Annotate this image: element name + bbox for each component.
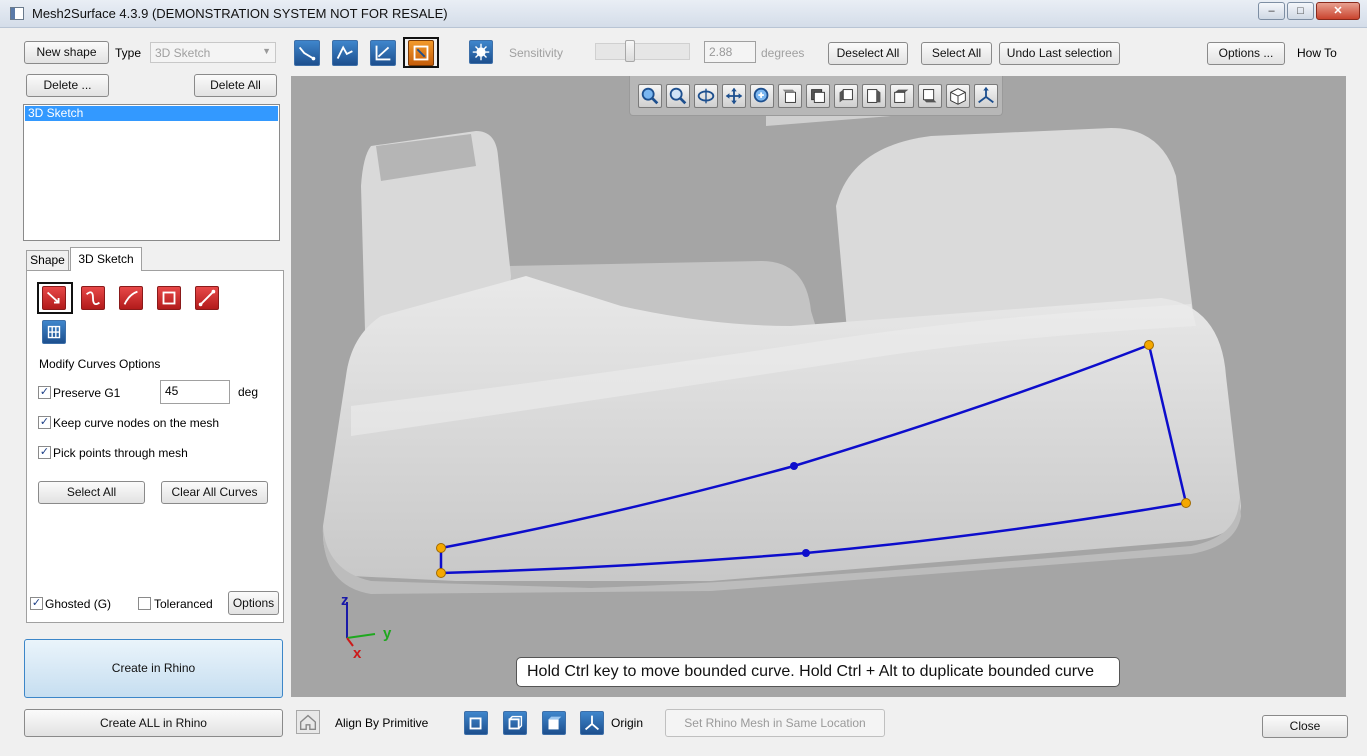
sensitivity-input[interactable]: 2.88 [704, 41, 756, 63]
options-button[interactable]: Options ... [1207, 42, 1285, 65]
view-back-icon[interactable] [806, 84, 830, 108]
zoom-window-icon[interactable] [666, 84, 690, 108]
align-cube-iso-icon[interactable] [503, 711, 527, 735]
new-shape-button[interactable]: New shape [24, 41, 109, 64]
sensitivity-slider-thumb[interactable] [625, 40, 635, 62]
origin-axes-icon[interactable] [580, 711, 604, 735]
preserve-g1-checkbox[interactable]: ✓ [38, 386, 51, 399]
pan-icon[interactable] [722, 84, 746, 108]
delete-all-button[interactable]: Delete All [194, 74, 277, 97]
align-by-primitive-label: Align By Primitive [335, 716, 429, 730]
boundary-curve-icon[interactable] [157, 286, 181, 310]
type-label: Type [115, 46, 142, 60]
line-curve-icon[interactable] [195, 286, 219, 310]
ghosted-checkbox[interactable]: ✓ [30, 597, 43, 610]
close-window-button[interactable]: ✕ [1316, 2, 1360, 20]
bounded-curve[interactable] [291, 76, 1346, 697]
delete-button[interactable]: Delete ... [26, 74, 109, 97]
maximize-button[interactable]: □ [1287, 2, 1314, 20]
view-front-icon[interactable] [778, 84, 802, 108]
toleranced-checkbox[interactable] [138, 597, 151, 610]
extend-curve-icon[interactable] [119, 286, 143, 310]
how-to-link[interactable]: How To [1297, 46, 1337, 60]
axis-z-label: z [341, 592, 349, 609]
ghosted-label: Ghosted (G) [45, 597, 112, 611]
shape-list[interactable]: 3D Sketch [23, 104, 280, 241]
minimize-button[interactable]: – [1258, 2, 1285, 20]
preserve-g1-label: Preserve G1 [53, 386, 121, 400]
home-icon[interactable] [296, 710, 320, 734]
view-right-icon[interactable] [862, 84, 886, 108]
sketch-tool-icon[interactable] [408, 40, 434, 66]
view-axes-icon[interactable] [974, 84, 998, 108]
view-bottom-icon[interactable] [918, 84, 942, 108]
pick-points-checkbox[interactable]: ✓ [38, 446, 51, 459]
app-icon [10, 7, 24, 20]
chevron-down-icon: ▼ [262, 46, 271, 56]
pick-points-label: Pick points through mesh [53, 446, 188, 460]
rotate-icon[interactable] [694, 84, 718, 108]
sensitivity-unit: degrees [761, 46, 805, 60]
axis-x-label: x [353, 645, 362, 662]
create-in-rhino-button[interactable]: Create in Rhino [24, 639, 283, 698]
tab-shape[interactable]: Shape [26, 250, 69, 270]
zoom-extents-icon[interactable] [638, 84, 662, 108]
list-item[interactable]: 3D Sketch [25, 106, 278, 121]
align-cube-top-icon[interactable] [542, 711, 566, 735]
type-select[interactable]: 3D Sketch ▼ [150, 42, 276, 63]
modify-curves-title: Modify Curves Options [39, 357, 161, 371]
zoom-in-icon[interactable] [750, 84, 774, 108]
clear-all-curves-button[interactable]: Clear All Curves [161, 481, 268, 504]
window-title: Mesh2Surface 4.3.9 (DEMONSTRATION SYSTEM… [32, 6, 448, 21]
select-all-curves-button[interactable]: Select All [38, 481, 145, 504]
origin-label: Origin [611, 716, 644, 730]
align-cube-front-icon[interactable] [464, 711, 488, 735]
deselect-all-button[interactable]: Deselect All [828, 42, 908, 65]
sensitivity-icon[interactable] [469, 40, 493, 64]
network-surface-icon[interactable] [42, 320, 66, 344]
keep-nodes-label: Keep curve nodes on the mesh [53, 416, 220, 430]
set-rhino-mesh-button[interactable]: Set Rhino Mesh in Same Location [665, 709, 885, 737]
tab-3d-sketch[interactable]: 3D Sketch [70, 247, 142, 271]
close-button[interactable]: Close [1262, 715, 1348, 738]
undo-last-selection-button[interactable]: Undo Last selection [999, 42, 1120, 65]
sensitivity-label: Sensitivity [509, 46, 564, 60]
select-all-button[interactable]: Select All [921, 42, 992, 65]
3d-viewport[interactable]: z y x [291, 76, 1346, 697]
preserve-g1-input[interactable]: 45 [160, 380, 230, 404]
view-left-icon[interactable] [834, 84, 858, 108]
toleranced-label: Toleranced [154, 597, 213, 611]
deg-label: deg [238, 385, 259, 399]
hint-message: Hold Ctrl key to move bounded curve. Hol… [516, 657, 1120, 687]
curve-tool-icon[interactable] [294, 40, 320, 66]
view-iso-icon[interactable] [946, 84, 970, 108]
sensitivity-slider-track[interactable] [595, 43, 690, 60]
create-all-in-rhino-button[interactable]: Create ALL in Rhino [24, 709, 283, 737]
axis-y-label: y [383, 625, 392, 642]
profile-tool-icon[interactable] [332, 40, 358, 66]
view-top-icon[interactable] [890, 84, 914, 108]
type-select-value: 3D Sketch [155, 46, 211, 60]
draw-curve-icon[interactable] [81, 286, 105, 310]
ghost-options-button[interactable]: Options [228, 591, 279, 615]
keep-nodes-checkbox[interactable]: ✓ [38, 416, 51, 429]
modify-curve-icon[interactable] [42, 286, 66, 310]
section-tool-icon[interactable] [370, 40, 396, 66]
